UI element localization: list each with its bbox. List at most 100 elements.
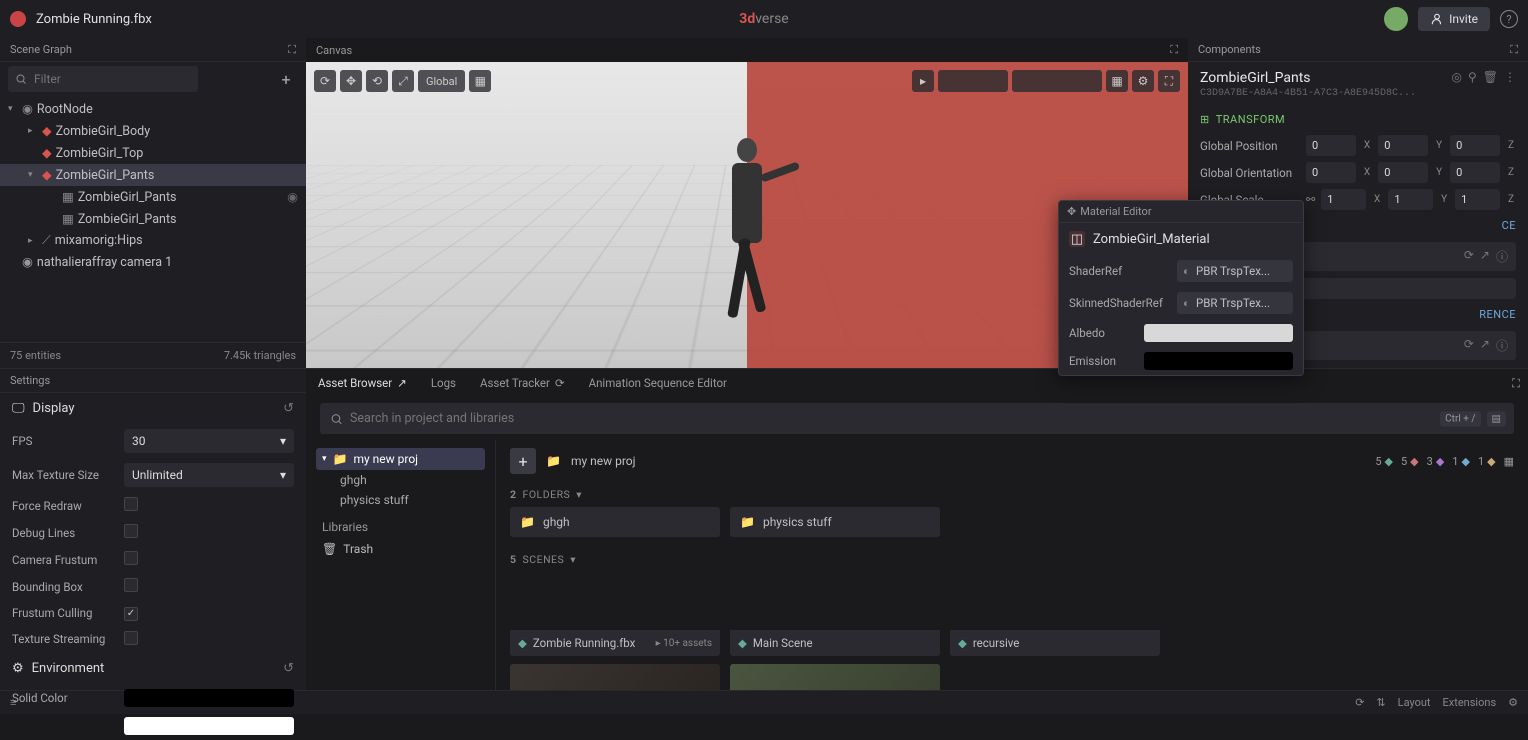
move-icon[interactable]: ✥ bbox=[1067, 205, 1076, 218]
reset-icon[interactable]: ↺ bbox=[283, 401, 294, 416]
solid-color-picker[interactable] bbox=[124, 689, 294, 707]
open-icon[interactable]: ↗ bbox=[1480, 248, 1490, 265]
pos-y-input[interactable] bbox=[1378, 135, 1428, 156]
breadcrumb[interactable]: my new proj bbox=[571, 454, 636, 468]
frustum-culling-checkbox[interactable] bbox=[124, 607, 138, 621]
info-icon[interactable]: ⓘ bbox=[1496, 337, 1508, 354]
tab-asset-tracker[interactable]: Asset Tracker⟳ bbox=[476, 373, 569, 393]
camera-frustum-checkbox[interactable] bbox=[124, 551, 138, 565]
tree-node-pants[interactable]: ▾◆ZombieGirl_Pants bbox=[0, 164, 306, 186]
browser-tree-libraries[interactable]: Libraries bbox=[316, 510, 485, 538]
environment-section[interactable]: Environment bbox=[32, 661, 105, 676]
invite-button[interactable]: Invite bbox=[1418, 7, 1490, 31]
panel-maximize-icon[interactable]: ⛶ bbox=[1510, 43, 1518, 57]
scale-x-input[interactable] bbox=[1321, 189, 1366, 210]
view-mode-button[interactable] bbox=[938, 70, 1008, 92]
move-button[interactable]: ✥ bbox=[340, 70, 362, 92]
app-logo[interactable] bbox=[10, 11, 26, 27]
tab-animation-editor[interactable]: Animation Sequence Editor bbox=[585, 373, 731, 393]
material-editor-popup[interactable]: ✥Material Editor ◫ZombieGirl_Material Sh… bbox=[1058, 200, 1304, 376]
orient-y-input[interactable] bbox=[1378, 162, 1428, 183]
grid-view-icon[interactable]: ▦ bbox=[1504, 455, 1514, 468]
scale-y-input[interactable] bbox=[1388, 189, 1433, 210]
scene-card-main[interactable]: ◆Main Scene bbox=[730, 572, 940, 656]
emission-color[interactable] bbox=[1144, 352, 1293, 370]
sync-icon[interactable]: ⇅ bbox=[1376, 696, 1385, 709]
browser-tree-physics[interactable]: physics stuff bbox=[316, 490, 485, 510]
delete-icon[interactable]: 🗑 bbox=[1483, 70, 1498, 84]
open-icon[interactable]: ↗ bbox=[1480, 337, 1490, 354]
reset-icon[interactable]: ↺ bbox=[283, 661, 294, 676]
max-tex-select[interactable]: Unlimited▾ bbox=[124, 463, 294, 487]
refresh-icon[interactable]: ⟳ bbox=[1355, 696, 1364, 709]
pin-icon[interactable]: ⚲ bbox=[1468, 70, 1477, 84]
fullscreen-button[interactable]: ⛶ bbox=[1158, 70, 1180, 92]
tab-asset-browser[interactable]: Asset Browser↗ bbox=[314, 373, 411, 393]
tree-node-body[interactable]: ▸◆ZombieGirl_Body bbox=[0, 120, 306, 142]
rotate-button[interactable]: ⟲ bbox=[366, 70, 388, 92]
scene-card[interactable] bbox=[510, 664, 720, 690]
more-icon[interactable]: ⋮ bbox=[1504, 70, 1516, 84]
layout-button[interactable]: Layout bbox=[1398, 696, 1431, 709]
link-icon[interactable]: ⚯ bbox=[1306, 193, 1315, 206]
grid-button[interactable]: ▦ bbox=[1106, 70, 1128, 92]
settings-button[interactable]: ⚙ bbox=[1132, 70, 1154, 92]
orient-x-input[interactable] bbox=[1306, 162, 1356, 183]
user-avatar[interactable] bbox=[1384, 7, 1408, 31]
tree-node-pants-mesh[interactable]: ▦ZombieGirl_Pants bbox=[0, 208, 306, 230]
viewport[interactable]: ⟳ ✥ ⟲ ⤢ Global ▦ ▸ ▦ ⚙ ⛶ bbox=[306, 62, 1188, 368]
display-section[interactable]: Display bbox=[33, 401, 75, 416]
chevron-down-icon[interactable]: ▾ bbox=[576, 488, 582, 501]
view-button[interactable]: ▸ bbox=[912, 70, 934, 92]
browser-search-input[interactable] bbox=[320, 403, 1514, 434]
scene-card[interactable] bbox=[730, 664, 940, 690]
browser-tree-trash[interactable]: 🗑Trash bbox=[316, 538, 485, 560]
scale-z-input[interactable] bbox=[1455, 189, 1500, 210]
target-icon[interactable]: ◎ bbox=[1451, 70, 1461, 84]
orient-z-input[interactable] bbox=[1450, 162, 1500, 183]
eye-icon[interactable]: ◉ bbox=[287, 189, 298, 205]
browser-tree-ghgh[interactable]: ghgh bbox=[316, 470, 485, 490]
browser-tree-project[interactable]: ▾📁my new proj bbox=[316, 448, 485, 470]
section-transform[interactable]: TRANSFORM bbox=[1216, 113, 1285, 126]
shader-ref-value[interactable]: ◐PBR TrspTex... bbox=[1177, 260, 1293, 282]
texture-streaming-checkbox[interactable] bbox=[124, 631, 138, 645]
tree-node-hips[interactable]: ▸⟋mixamorig:Hips bbox=[0, 230, 306, 251]
tab-logs[interactable]: Logs bbox=[427, 373, 460, 393]
pos-x-input[interactable] bbox=[1306, 135, 1356, 156]
add-entity-button[interactable]: + bbox=[274, 67, 298, 91]
pos-z-input[interactable] bbox=[1450, 135, 1500, 156]
refresh-icon[interactable]: ⟳ bbox=[1464, 337, 1474, 354]
tree-node-pants-mesh[interactable]: ▦ZombieGirl_Pants◉ bbox=[0, 186, 306, 208]
tree-node-top[interactable]: ◆ZombieGirl_Top bbox=[0, 142, 306, 164]
settings-icon[interactable]: ⚙ bbox=[1508, 696, 1518, 709]
scene-card-recursive[interactable]: ◆recursive bbox=[950, 572, 1160, 656]
help-icon[interactable]: ? bbox=[1500, 10, 1518, 28]
eye-icon[interactable]: ◉ bbox=[22, 101, 33, 117]
filter-icon[interactable]: ▤ bbox=[1487, 411, 1506, 426]
tree-node-camera[interactable]: ◉nathalieraffray camera 1 bbox=[0, 251, 306, 273]
force-redraw-checkbox[interactable] bbox=[124, 497, 138, 511]
skinned-shader-value[interactable]: ◐PBR TrspTex... bbox=[1177, 292, 1293, 314]
refresh-button[interactable]: ⟳ bbox=[314, 70, 336, 92]
fps-select[interactable]: 30▾ bbox=[124, 429, 294, 453]
scale-button[interactable]: ⤢ bbox=[392, 70, 414, 92]
camera-button[interactable] bbox=[1012, 70, 1102, 92]
chevron-down-icon[interactable]: ▾ bbox=[570, 553, 576, 566]
folder-physics[interactable]: 📁physics stuff bbox=[730, 507, 940, 537]
color-picker-2[interactable] bbox=[124, 717, 294, 735]
add-asset-button[interactable]: + bbox=[510, 448, 536, 474]
debug-lines-checkbox[interactable] bbox=[124, 524, 138, 538]
panel-maximize-icon[interactable]: ⛶ bbox=[1170, 43, 1178, 57]
filter-input[interactable] bbox=[8, 66, 198, 92]
extensions-button[interactable]: Extensions bbox=[1443, 696, 1497, 709]
tree-node-root[interactable]: ▾◉RootNode bbox=[0, 98, 306, 120]
global-toggle[interactable]: Global bbox=[418, 70, 465, 92]
bounding-box-checkbox[interactable] bbox=[124, 578, 138, 592]
refresh-icon[interactable]: ⟳ bbox=[1464, 248, 1474, 265]
folder-ghgh[interactable]: 📁ghgh bbox=[510, 507, 720, 537]
scene-card-zombie[interactable]: ◆Zombie Running.fbx▸ 10+ assets bbox=[510, 572, 720, 656]
panel-maximize-icon[interactable]: ⛶ bbox=[288, 43, 296, 57]
panel-maximize-icon[interactable]: ⛶ bbox=[1512, 376, 1520, 391]
status-icon[interactable]: ≡ bbox=[10, 696, 16, 709]
